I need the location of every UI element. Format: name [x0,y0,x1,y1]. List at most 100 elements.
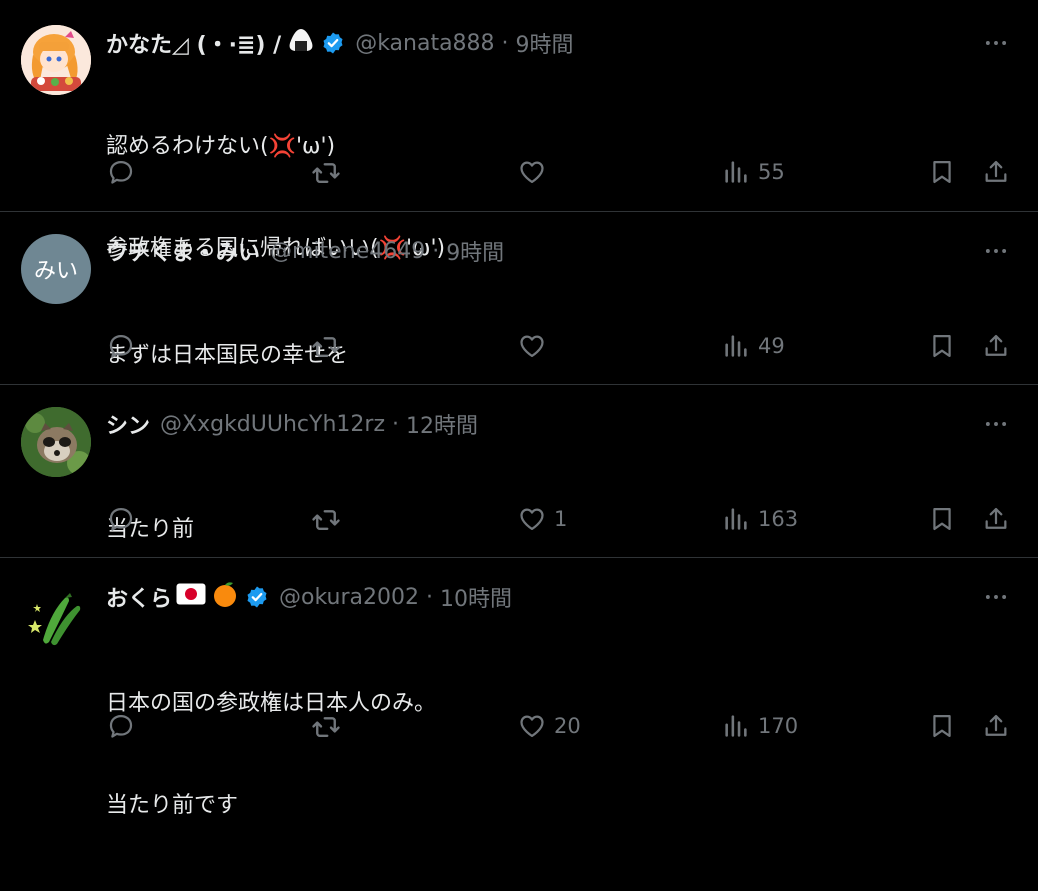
tweet-header: おくら @okura2002 · 10時間 [106,582,512,612]
retweet-button[interactable] [311,712,341,742]
handle[interactable]: @okura2002 [279,585,419,610]
reply-button[interactable] [107,158,135,186]
tweet-text: 日本の国の参政権は日本人のみ。 当たり前です [106,619,436,891]
share-button[interactable] [982,332,1010,360]
timestamp[interactable]: 12時間 [406,408,478,440]
display-name[interactable]: シン [106,408,150,440]
tweet-header: ウチくま・みい @mitene4649 · 9時間 [106,235,504,267]
tangerine-emoji-icon [211,580,239,614]
views-chart-icon [722,505,750,533]
share-button[interactable] [982,158,1010,186]
heart-icon [518,332,546,360]
like-count: 1 [554,507,568,531]
retweet-button[interactable] [311,505,341,535]
more-options-button[interactable] [982,237,1010,265]
more-options-button[interactable] [982,410,1010,438]
views-button[interactable]: 170 [722,712,798,740]
okra-avatar-icon [21,582,91,652]
heart-icon [518,505,546,533]
display-name[interactable]: おくら [106,581,172,613]
share-button[interactable] [982,505,1010,533]
bookmark-icon [928,505,956,533]
tweet-3[interactable]: シン @XxgkdUUhcYh12rz · 12時間 当たり前 1 163 [0,385,1038,557]
bookmark-button[interactable] [928,712,956,740]
retweet-button[interactable] [311,158,341,188]
like-button[interactable]: 1 [518,505,567,533]
avatar[interactable] [21,407,91,477]
views-chart-icon [722,332,750,360]
views-button[interactable]: 163 [722,505,798,533]
reply-button[interactable] [107,712,135,740]
display-name[interactable]: ウチくま・みい [106,235,260,267]
tweet-4[interactable]: おくら @okura2002 · 10時間 日本の国の参政権は日本人のみ。 当た… [0,558,1038,818]
timestamp[interactable]: 10時間 [440,581,512,613]
verified-badge-icon[interactable] [245,585,269,609]
bookmark-button[interactable] [928,158,956,186]
retweet-button[interactable] [311,332,341,362]
separator-dot: · [501,30,509,56]
bookmark-icon [928,332,956,360]
bookmark-icon [928,712,956,740]
share-icon [982,505,1010,533]
more-dots-icon [983,584,1009,610]
reply-icon [107,158,135,186]
reply-icon [107,712,135,740]
views-button[interactable]: 49 [722,332,785,360]
tweet-header: シン @XxgkdUUhcYh12rz · 12時間 [106,408,478,440]
bookmark-button[interactable] [928,505,956,533]
views-count: 170 [758,714,799,738]
views-chart-icon [722,712,750,740]
retweet-icon [311,332,341,362]
more-dots-icon [983,238,1009,264]
heart-icon [518,158,546,186]
retweet-icon [311,505,341,535]
bookmark-icon [928,158,956,186]
handle[interactable]: @mitene4649 [270,239,425,264]
onigiri-emoji-icon [287,27,315,59]
more-options-button[interactable] [982,29,1010,57]
action-bar: 20 170 [0,712,1038,742]
bookmark-button[interactable] [928,332,956,360]
tweet-1[interactable]: かなた◿ (・·≣) / @kanata888 · 9時間 認めるわけない(💢'… [0,0,1038,261]
share-icon [982,158,1010,186]
like-count: 20 [554,714,581,738]
japan-flag-emoji-icon [176,583,206,611]
avatar[interactable] [21,582,91,652]
avatar[interactable]: みい [21,234,91,304]
anime-girl-avatar-icon [21,25,91,95]
like-button[interactable]: 20 [518,712,581,740]
views-count: 163 [758,507,799,531]
separator-dot: · [432,238,440,264]
like-button[interactable] [518,332,546,360]
separator-dot: · [392,411,399,437]
views-count: 55 [758,160,785,184]
timestamp[interactable]: 9時間 [516,27,574,59]
views-chart-icon [722,158,750,186]
verified-badge-icon[interactable] [321,31,345,55]
tweet-line: 当たり前です [106,793,239,818]
share-button[interactable] [982,712,1010,740]
retweet-icon [311,158,341,188]
more-dots-icon [983,30,1009,56]
more-dots-icon [983,411,1009,437]
action-bar: 49 [0,332,1038,362]
retweet-icon [311,712,341,742]
tweet-2[interactable]: みい ウチくま・みい @mitene4649 · 9時間 まずは日本国民の幸せを… [0,212,1038,384]
tweet-header: かなた◿ (・·≣) / @kanata888 · 9時間 [106,28,574,58]
handle[interactable]: @kanata888 [355,31,494,56]
display-name[interactable]: かなた◿ (・·≣) / [106,27,281,59]
action-bar: 1 163 [0,505,1038,535]
share-icon [982,712,1010,740]
avatar-initials: みい [33,259,78,284]
reply-icon [107,505,135,533]
like-button[interactable] [518,158,546,186]
reply-button[interactable] [107,332,135,360]
avatar[interactable] [21,25,91,95]
views-button[interactable]: 55 [722,158,785,186]
reply-icon [107,332,135,360]
reply-button[interactable] [107,505,135,533]
timestamp[interactable]: 9時間 [446,235,504,267]
more-options-button[interactable] [982,583,1010,611]
handle[interactable]: @XxgkdUUhcYh12rz [160,412,385,437]
raccoon-dog-avatar-icon [21,407,91,477]
